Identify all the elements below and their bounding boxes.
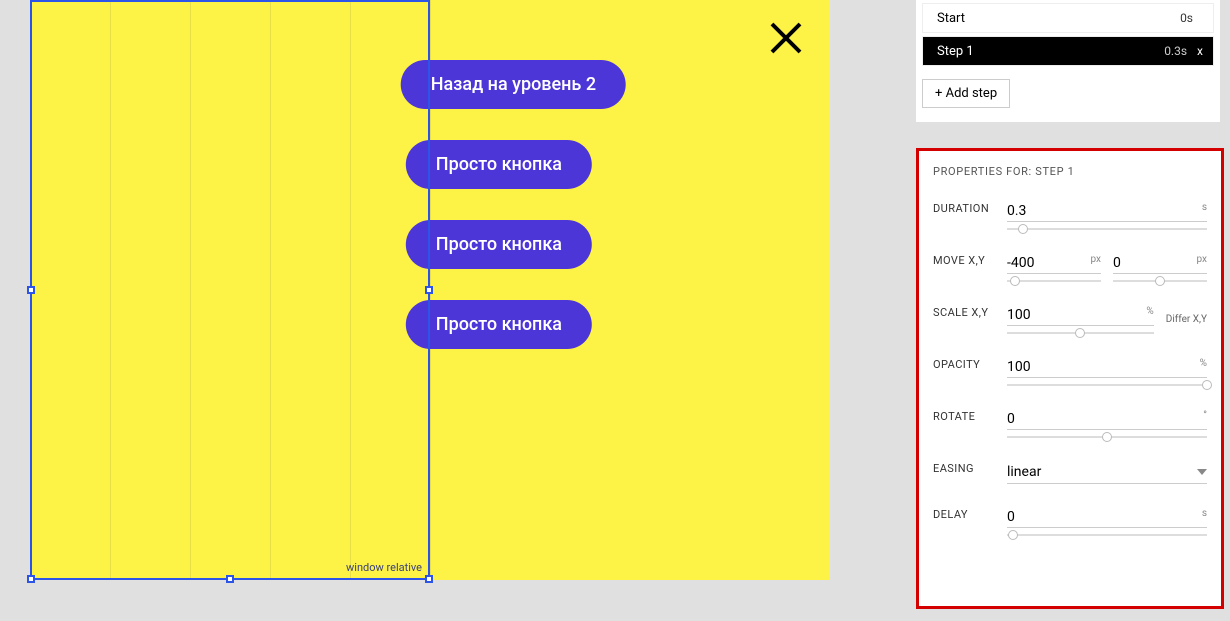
prop-label: MOVE X,Y xyxy=(933,252,995,267)
canvas[interactable]: Назад на уровень 2 Просто кнопка Просто … xyxy=(0,0,890,621)
step-time: 0s xyxy=(1180,11,1193,25)
prop-easing: EASING linear xyxy=(933,460,1207,484)
move-y-input[interactable] xyxy=(1113,253,1207,274)
chevron-down-icon xyxy=(1197,462,1207,481)
steps-panel: Start 0s Step 1 0.3s x + Add step xyxy=(916,0,1220,122)
unit: px xyxy=(1196,254,1207,265)
prop-label: DELAY xyxy=(933,506,995,521)
unit: px xyxy=(1090,254,1101,265)
rotate-input[interactable] xyxy=(1007,409,1207,430)
canvas-button-3[interactable]: Просто кнопка xyxy=(406,300,592,349)
selection-outline[interactable]: window relative xyxy=(30,0,430,580)
prop-label: OPACITY xyxy=(933,356,995,371)
step-start[interactable]: Start 0s xyxy=(922,3,1214,33)
prop-opacity: OPACITY % xyxy=(933,356,1207,386)
opacity-input[interactable] xyxy=(1007,357,1207,378)
prop-scale: SCALE X,Y % Differ X,Y xyxy=(933,304,1207,334)
prop-label: ROTATE xyxy=(933,408,995,423)
resize-handle-left[interactable] xyxy=(27,286,35,294)
delete-step-button[interactable]: x xyxy=(1197,44,1203,58)
prop-delay: DELAY s xyxy=(933,506,1207,536)
step-label: Start xyxy=(937,11,965,26)
prop-label: DURATION xyxy=(933,200,995,215)
canvas-button-2[interactable]: Просто кнопка xyxy=(406,220,592,269)
add-step-button[interactable]: + Add step xyxy=(922,79,1010,108)
scale-input[interactable] xyxy=(1007,305,1154,326)
right-panel: Start 0s Step 1 0.3s x + Add step PROPER… xyxy=(910,0,1230,621)
easing-value: linear xyxy=(1007,464,1197,480)
move-x-slider[interactable] xyxy=(1007,280,1101,282)
selection-tag: window relative xyxy=(346,561,422,574)
prop-label: EASING xyxy=(933,460,995,475)
duration-slider[interactable] xyxy=(1007,228,1207,230)
unit: ° xyxy=(1203,410,1207,421)
prop-move: MOVE X,Y px px xyxy=(933,252,1207,282)
unit: % xyxy=(1146,306,1153,317)
scale-slider[interactable] xyxy=(1007,332,1154,334)
delay-slider[interactable] xyxy=(1007,534,1207,536)
prop-label: SCALE X,Y xyxy=(933,304,995,319)
canvas-button-1[interactable]: Просто кнопка xyxy=(406,140,592,189)
close-icon[interactable] xyxy=(766,18,806,62)
resize-handle-right[interactable] xyxy=(425,286,433,294)
resize-handle-br[interactable] xyxy=(425,575,433,583)
scale-differ-button[interactable]: Differ X,Y xyxy=(1166,314,1207,325)
opacity-slider[interactable] xyxy=(1007,384,1207,386)
properties-title: PROPERTIES FOR: STEP 1 xyxy=(933,165,1207,178)
step-label: Step 1 xyxy=(937,44,974,59)
unit: s xyxy=(1202,508,1207,519)
delay-input[interactable] xyxy=(1007,507,1207,528)
step-1[interactable]: Step 1 0.3s x xyxy=(922,36,1214,66)
unit: % xyxy=(1200,358,1207,369)
canvas-button-back[interactable]: Назад на уровень 2 xyxy=(401,60,626,109)
properties-panel: PROPERTIES FOR: STEP 1 DURATION s MOVE X… xyxy=(916,148,1224,609)
duration-input[interactable] xyxy=(1007,201,1207,222)
unit: s xyxy=(1202,202,1207,213)
step-time: 0.3s xyxy=(1164,44,1187,58)
rotate-slider[interactable] xyxy=(1007,436,1207,438)
move-x-input[interactable] xyxy=(1007,253,1101,274)
prop-duration: DURATION s xyxy=(933,200,1207,230)
prop-rotate: ROTATE ° xyxy=(933,408,1207,438)
resize-handle-bottom[interactable] xyxy=(226,575,234,583)
easing-select[interactable]: linear xyxy=(1007,460,1207,484)
resize-handle-bl[interactable] xyxy=(27,575,35,583)
move-y-slider[interactable] xyxy=(1113,280,1207,282)
